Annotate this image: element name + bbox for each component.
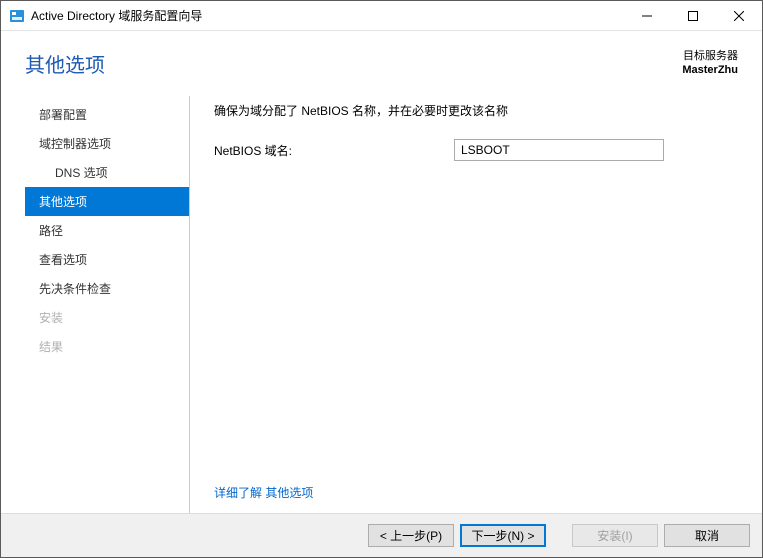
netbios-input[interactable] [454,139,664,161]
netbios-label: NetBIOS 域名: [214,142,454,159]
window-title: Active Directory 域服务配置向导 [31,7,624,24]
previous-button[interactable]: < 上一步(P) [368,524,454,547]
app-icon [9,8,25,24]
footer: < 上一步(P) 下一步(N) > 安装(I) 取消 [1,513,762,557]
window-controls [624,1,762,30]
header-row: 其他选项 目标服务器 MasterZhu [1,31,762,78]
sidebar: 部署配置 域控制器选项 DNS 选项 其他选项 路径 查看选项 先决条件检查 安… [25,96,190,513]
titlebar: Active Directory 域服务配置向导 [1,1,762,31]
spacer [214,171,738,484]
sidebar-item-review-options[interactable]: 查看选项 [25,245,189,274]
maximize-button[interactable] [670,1,716,30]
instruction-text: 确保为域分配了 NetBIOS 名称，并在必要时更改该名称 [214,102,738,119]
cancel-button[interactable]: 取消 [664,524,750,547]
target-server-block: 目标服务器 MasterZhu [682,49,738,78]
more-info-link[interactable]: 详细了解 其他选项 [214,484,738,501]
sidebar-item-deploy-config[interactable]: 部署配置 [25,100,189,129]
target-server-label: 目标服务器 [682,49,738,63]
close-button[interactable] [716,1,762,30]
sidebar-item-install: 安装 [25,303,189,332]
page-title: 其他选项 [25,49,105,78]
wizard-window: Active Directory 域服务配置向导 其他选项 目标服务器 Mast… [0,0,763,558]
sidebar-item-results: 结果 [25,332,189,361]
netbios-row: NetBIOS 域名: [214,139,738,161]
install-button: 安装(I) [572,524,658,547]
main-panel: 确保为域分配了 NetBIOS 名称，并在必要时更改该名称 NetBIOS 域名… [190,96,762,513]
next-button[interactable]: 下一步(N) > [460,524,546,547]
minimize-button[interactable] [624,1,670,30]
sidebar-item-dns-options[interactable]: DNS 选项 [25,158,189,187]
sidebar-item-dc-options[interactable]: 域控制器选项 [25,129,189,158]
content-area: 其他选项 目标服务器 MasterZhu 部署配置 域控制器选项 DNS 选项 … [1,31,762,557]
sidebar-item-paths[interactable]: 路径 [25,216,189,245]
sidebar-item-prerequisites[interactable]: 先决条件检查 [25,274,189,303]
body-row: 部署配置 域控制器选项 DNS 选项 其他选项 路径 查看选项 先决条件检查 安… [1,96,762,513]
target-server-name: MasterZhu [682,63,738,77]
sidebar-item-additional-options[interactable]: 其他选项 [25,187,189,216]
